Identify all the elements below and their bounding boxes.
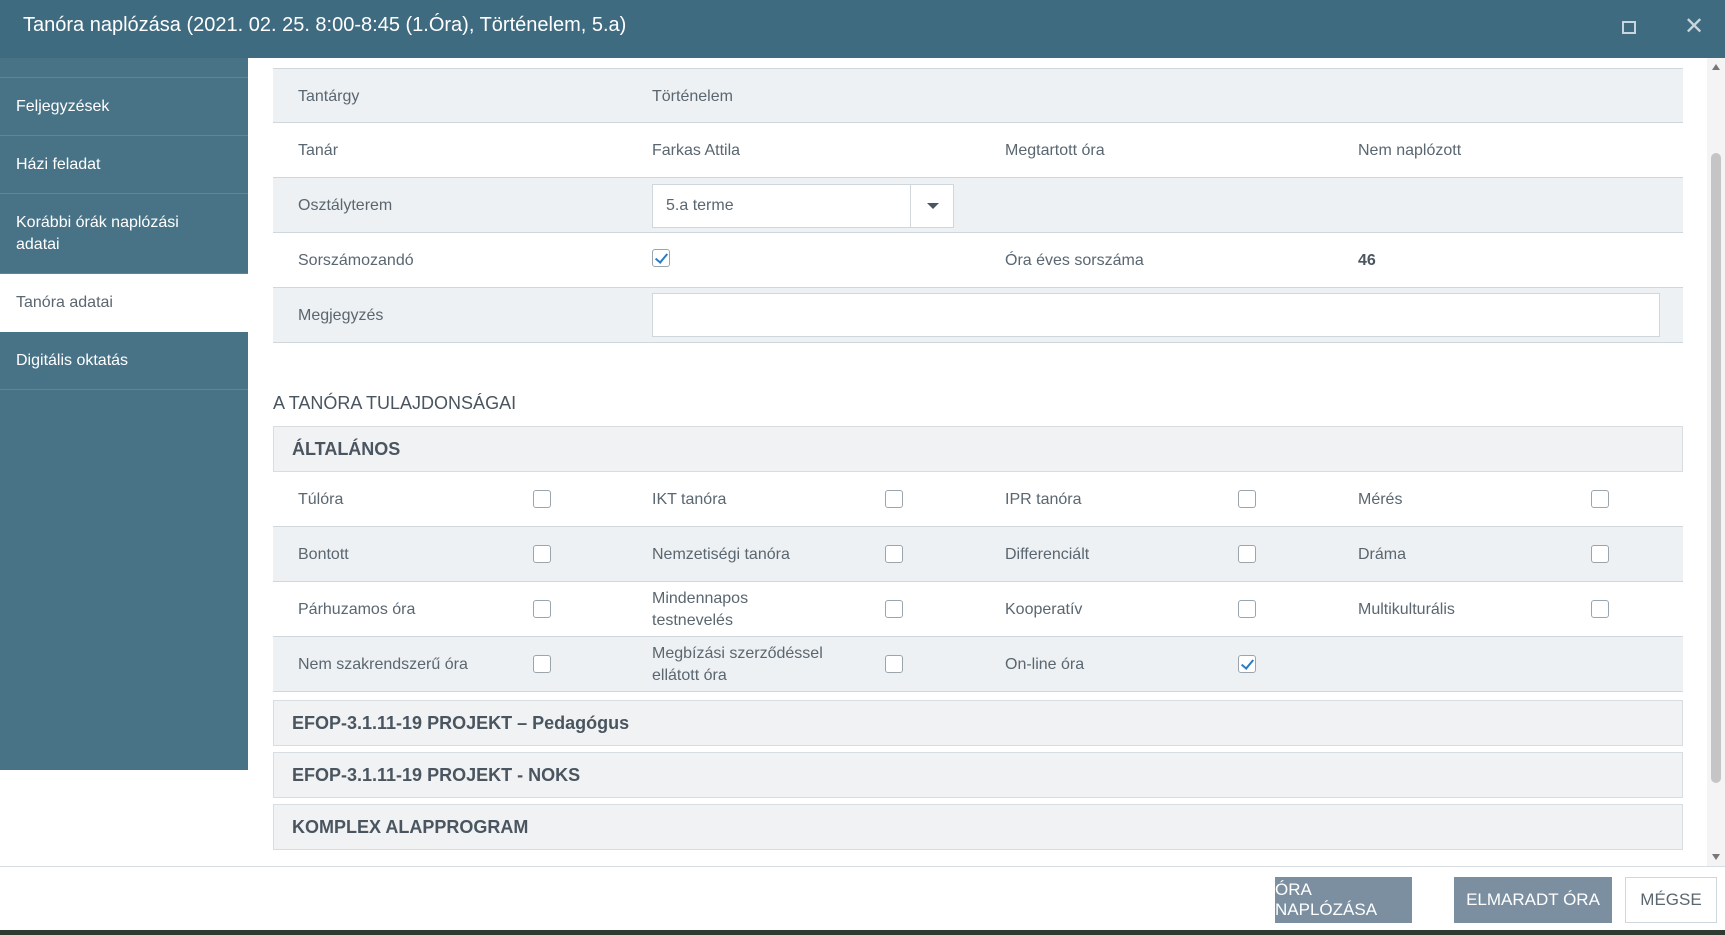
sidebar-item-label: Tanóra adatai [16,294,113,311]
property-label: On-line óra [1005,655,1085,673]
scrollbar-thumb[interactable] [1711,153,1721,783]
multicultural-checkbox[interactable] [1591,600,1609,618]
teacher-label: Tanár [298,141,339,159]
property-label: IPR tanóra [1005,490,1082,508]
property-row: Túlóra IKT tanóra IPR tanóra Mérés [273,472,1683,527]
subject-value: Történelem [652,87,733,105]
property-row: Nem szakrendszerű óra Megbízási szerződé… [273,637,1683,692]
note-row: Megjegyzés [273,288,1683,343]
property-label: Párhuzamos óra [298,600,416,618]
sidebar-top-divider [0,58,248,78]
teacher-value: Farkas Attila [652,141,741,159]
efop-noks-group-header[interactable]: EFOP-3.1.11-19 PROJEKT - NOKS [273,752,1683,798]
sidebar-item-digitalis-oktatas[interactable]: Digitális oktatás [0,332,248,390]
numbered-row: Sorszámozandó Óra éves sorszáma 46 [273,233,1683,288]
cancel-button[interactable]: MÉGSE [1625,877,1717,923]
property-label: Nem szakrendszerű óra [298,655,468,673]
properties-section-title: A TANÓRA TULAJDONSÁGAI [273,393,517,413]
vertical-scrollbar[interactable] [1707,58,1725,866]
property-label: Nemzetiségi tanóra [652,545,790,563]
teacher-row: Tanár Farkas Attila Megtartott óra Nem n… [273,123,1683,178]
yearly-number-label: Óra éves sorszáma [1005,251,1144,269]
parallel-checkbox[interactable] [533,600,551,618]
property-label: Dráma [1358,545,1407,563]
dialog-footer: ÓRA NAPLÓZÁSA ELMARADT ÓRA MÉGSE [0,866,1725,935]
differentiated-checkbox[interactable] [1238,545,1256,563]
room-select[interactable]: 5.a terme [652,184,954,228]
property-label: Mindennapos testnevelés [652,589,749,629]
komplex-group-header[interactable]: KOMPLEX ALAPPROGRAM [273,804,1683,850]
note-input[interactable] [652,293,1660,337]
held-value: Nem naplózott [1358,141,1462,159]
close-icon[interactable]: ✕ [1679,12,1709,42]
sidebar-item-label: Házi feladat [16,155,101,173]
general-group-header[interactable]: ÁLTALÁNOS [273,426,1683,472]
cooperative-checkbox[interactable] [1238,600,1256,618]
sidebar-item-feljegyzesek[interactable]: Feljegyzések [0,78,248,136]
daily-pe-checkbox[interactable] [885,600,903,618]
held-label: Megtartott óra [1005,141,1105,159]
window-titlebar: Tanóra naplózása (2021. 02. 25. 8:00-8:4… [0,0,1725,58]
sidebar-item-label: Korábbi órák naplózási adatai [16,213,179,253]
property-label: IKT tanóra [652,490,727,508]
property-label: Túlóra [298,490,344,508]
sidebar-item-hazi-feladat[interactable]: Házi feladat [0,136,248,194]
ikt-checkbox[interactable] [885,490,903,508]
sidebar-item-tanora-adatai[interactable]: Tanóra adatai [0,274,248,332]
property-row: Párhuzamos óra Mindennapos testnevelés K… [273,582,1683,637]
measurement-checkbox[interactable] [1591,490,1609,508]
property-label: Multikulturális [1358,600,1455,618]
property-label: Kooperatív [1005,600,1083,618]
ipr-checkbox[interactable] [1238,490,1256,508]
split-checkbox[interactable] [533,545,551,563]
contract-checkbox[interactable] [885,655,903,673]
subject-row: Tantárgy Történelem [273,68,1683,123]
chevron-down-icon[interactable] [910,185,953,227]
nationality-checkbox[interactable] [885,545,903,563]
sidebar: Feljegyzések Házi feladat Korábbi órák n… [0,58,248,770]
note-label: Megjegyzés [298,306,384,324]
efop-pedagogus-group-header[interactable]: EFOP-3.1.11-19 PROJEKT – Pedagógus [273,700,1683,746]
property-label: Mérés [1358,490,1403,508]
sidebar-item-label: Digitális oktatás [16,351,129,369]
background-strip [0,930,1725,935]
property-label: Bontott [298,545,349,563]
maximize-icon[interactable] [1614,12,1644,42]
sidebar-item-label: Feljegyzések [16,97,110,115]
yearly-number-value: 46 [1358,251,1376,269]
room-row: Osztályterem 5.a terme [273,178,1683,233]
overtime-checkbox[interactable] [533,490,551,508]
missed-lesson-button[interactable]: ELMARADT ÓRA [1454,877,1612,923]
numbered-checkbox[interactable] [652,249,670,267]
online-checkbox[interactable] [1238,655,1256,673]
numbered-label: Sorszámozandó [298,251,414,269]
subject-label: Tantárgy [298,87,360,105]
property-row: Bontott Nemzetiségi tanóra Differenciált… [273,527,1683,582]
room-label: Osztályterem [298,196,393,214]
scroll-down-icon[interactable] [1712,854,1720,860]
sidebar-item-korabbi-orak[interactable]: Korábbi órák naplózási adatai [0,194,248,274]
log-lesson-button[interactable]: ÓRA NAPLÓZÁSA [1275,877,1412,923]
property-label: Differenciált [1005,545,1090,563]
non-specialized-checkbox[interactable] [533,655,551,673]
room-select-value: 5.a terme [666,197,734,214]
property-label: Megbízási szerződéssel ellátott óra [652,644,823,684]
window-title: Tanóra naplózása (2021. 02. 25. 8:00-8:4… [23,14,627,36]
scroll-up-icon[interactable] [1712,64,1720,70]
drama-checkbox[interactable] [1591,545,1609,563]
